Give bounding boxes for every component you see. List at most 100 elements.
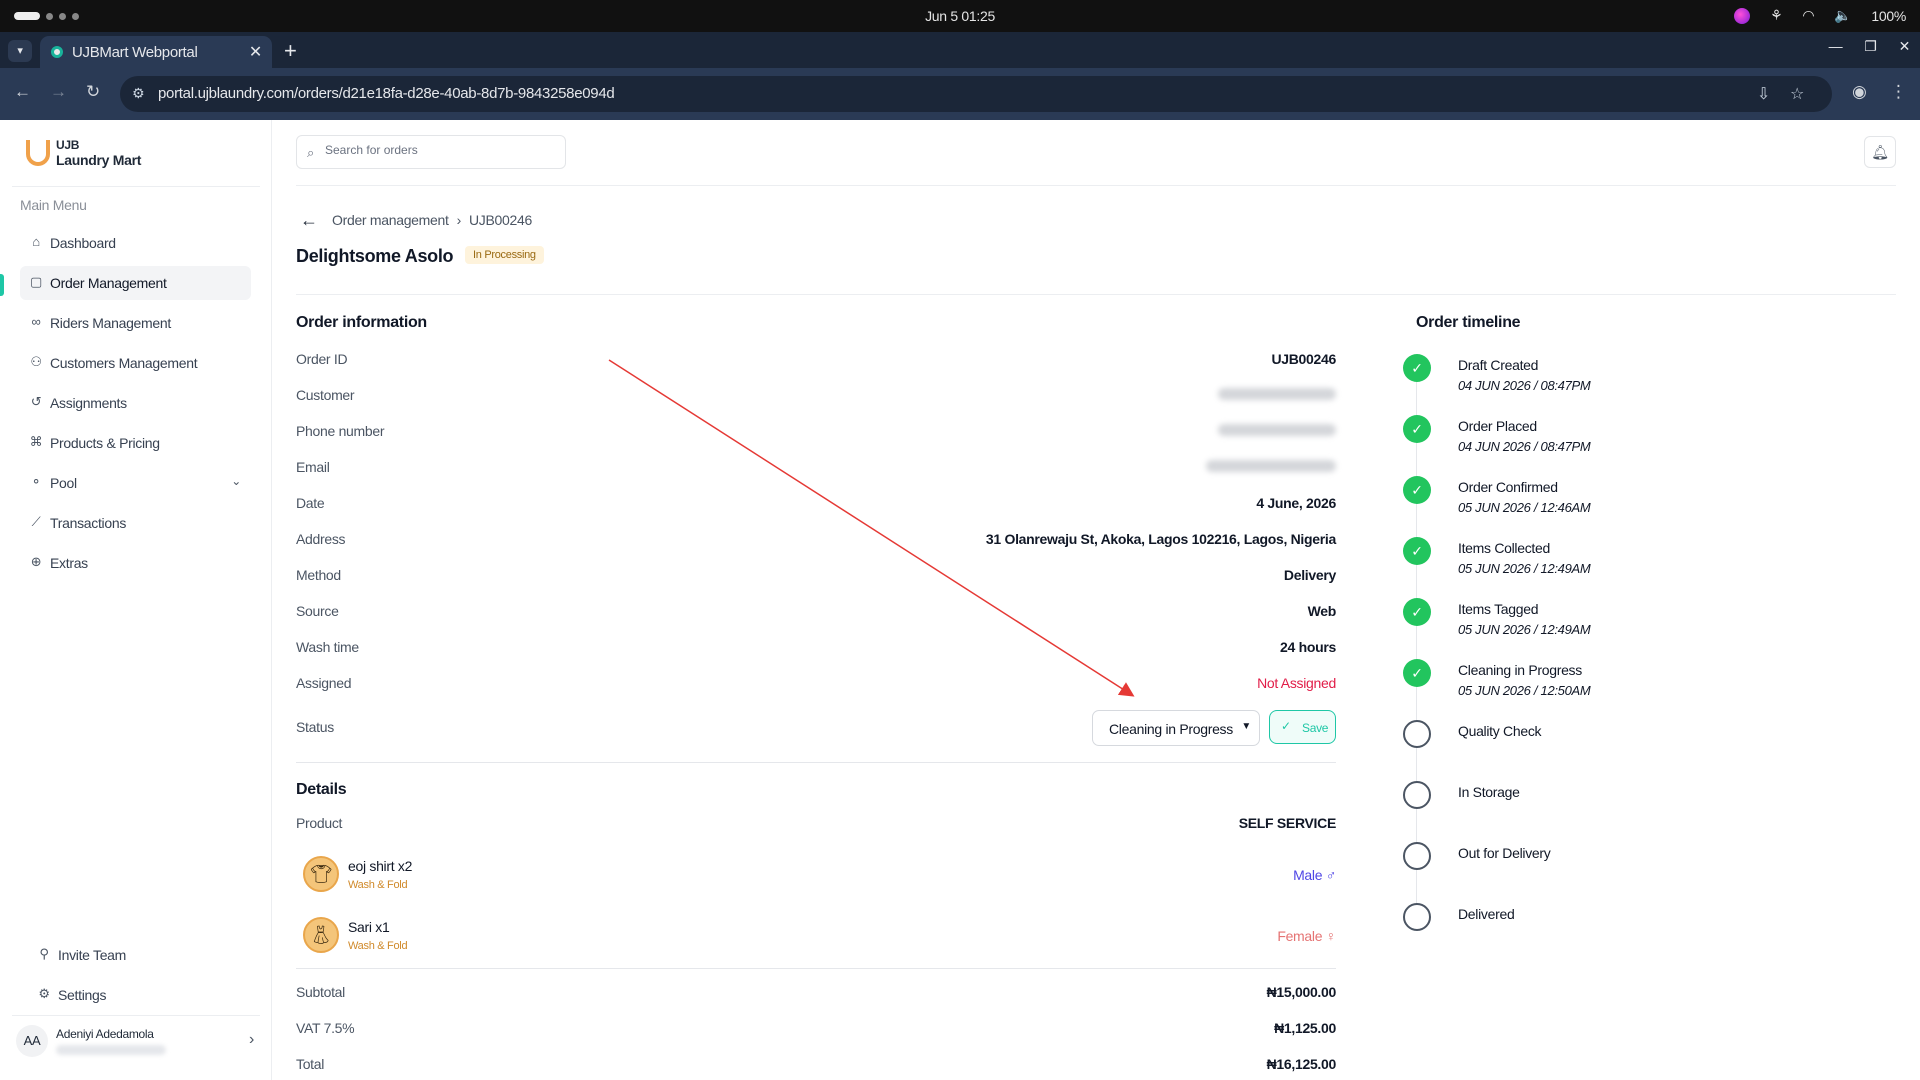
close-window-icon[interactable]: ✕ bbox=[1899, 38, 1911, 55]
home-icon: ⌂ bbox=[32, 234, 40, 249]
timeline-pending-circle-icon bbox=[1403, 781, 1431, 809]
maximize-icon[interactable]: ❐ bbox=[1864, 38, 1877, 55]
browser-toolbar: ← → ↻ ⚙ portal.ujblaundry.com/orders/d21… bbox=[0, 68, 1920, 120]
status-select[interactable]: Cleaning in Progress ▼ bbox=[1092, 710, 1260, 746]
product-value: SELF SERVICE bbox=[1238, 815, 1337, 831]
browser-menu-icon[interactable]: ⋮ bbox=[1890, 82, 1907, 102]
active-indicator bbox=[0, 274, 4, 296]
settings-link[interactable]: ⚙ Settings bbox=[28, 978, 251, 1012]
invite-team-link[interactable]: ⚲ Invite Team bbox=[28, 938, 251, 972]
back-nav-icon[interactable]: ← bbox=[14, 82, 31, 102]
sidebar-item-products-pricing[interactable]: ⌘ Products & Pricing bbox=[20, 426, 251, 460]
system-clock[interactable]: Jun 5 01:25 bbox=[925, 8, 995, 24]
bookmark-star-icon[interactable]: ☆ bbox=[1790, 84, 1804, 104]
sidebar-item-label: Customers Management bbox=[50, 355, 198, 371]
address-bar[interactable]: ⚙ portal.ujblaundry.com/orders/d21e18fa-… bbox=[120, 76, 1832, 112]
app-indicator-icon[interactable] bbox=[1734, 7, 1751, 24]
timeline-pending-circle-icon bbox=[1403, 903, 1431, 931]
favicon-icon bbox=[51, 46, 63, 58]
chevron-down-icon: ⌄ bbox=[231, 474, 241, 488]
timeline-step-label: Items Collected bbox=[1458, 540, 1550, 556]
bag-icon: ▢ bbox=[30, 274, 42, 289]
volume-icon[interactable]: 🔈 bbox=[1834, 7, 1851, 24]
browser-tab[interactable]: UJBMart Webportal ✕ bbox=[40, 36, 272, 68]
chevron-right-icon: › bbox=[456, 212, 462, 228]
tab-search-button[interactable]: ▾ bbox=[8, 40, 32, 62]
tab-title: UJBMart Webportal bbox=[72, 44, 198, 61]
breadcrumb-parent[interactable]: Order management bbox=[332, 212, 449, 228]
chevron-right-icon[interactable]: › bbox=[249, 1031, 254, 1049]
timeline-pending-circle-icon bbox=[1403, 720, 1431, 748]
timeline-step-label: Cleaning in Progress bbox=[1458, 662, 1582, 678]
timeline-step-date: 04 JUN 2026 / 08:47PM bbox=[1458, 378, 1591, 393]
sidebar-item-label: Pool bbox=[50, 475, 77, 491]
order-id-label: Order ID bbox=[296, 351, 348, 367]
forward-nav-icon[interactable]: → bbox=[50, 82, 67, 102]
timeline-step-date: 05 JUN 2026 / 12:49AM bbox=[1458, 561, 1591, 576]
reload-icon[interactable]: ↻ bbox=[86, 82, 100, 102]
battery-level[interactable]: 100% bbox=[1871, 8, 1906, 24]
user-plus-icon: ⚲ bbox=[39, 946, 49, 961]
new-tab-button[interactable]: + bbox=[284, 38, 297, 64]
settings-label: Settings bbox=[58, 987, 107, 1003]
divider bbox=[12, 1015, 260, 1016]
wifi-icon[interactable]: ◠ bbox=[1802, 7, 1814, 24]
sidebar-item-dashboard[interactable]: ⌂ Dashboard bbox=[20, 226, 251, 260]
pool-icon: ⚬ bbox=[30, 474, 42, 489]
date-label: Date bbox=[296, 495, 325, 511]
minimize-icon[interactable]: — bbox=[1829, 38, 1843, 55]
shirt-icon: 👕︎ bbox=[303, 856, 339, 892]
method-value: Delivery bbox=[1283, 567, 1336, 583]
system-tray[interactable]: ⚘ ◠ 🔈 100% bbox=[1734, 7, 1906, 24]
search-box[interactable]: ⌕ bbox=[296, 135, 566, 169]
wash-time-label: Wash time bbox=[296, 639, 359, 655]
status-label: Status bbox=[296, 719, 334, 735]
url-text[interactable]: portal.ujblaundry.com/orders/d21e18fa-d2… bbox=[158, 85, 615, 102]
invite-team-label: Invite Team bbox=[58, 947, 127, 963]
user-name: Adeniyi Adedamola bbox=[56, 1027, 154, 1041]
avatar: AA bbox=[16, 1025, 48, 1057]
timeline-step-label: Delivered bbox=[1458, 906, 1515, 922]
annotation-arrow bbox=[608, 359, 1135, 697]
close-tab-icon[interactable]: ✕ bbox=[249, 42, 262, 62]
timeline-step-date: 04 JUN 2026 / 08:47PM bbox=[1458, 439, 1591, 454]
logo-mark-icon bbox=[26, 140, 50, 166]
vat-label: VAT 7.5% bbox=[296, 1020, 355, 1036]
sidebar-item-riders-management[interactable]: ∞ Riders Management bbox=[20, 306, 251, 340]
sidebar-item-label: Extras bbox=[50, 555, 88, 571]
search-input[interactable] bbox=[325, 143, 555, 157]
sidebar-item-transactions[interactable]: ⟋ Transactions bbox=[20, 506, 251, 540]
sidebar-item-label: Dashboard bbox=[50, 235, 116, 251]
network-app-icon[interactable]: ⚘ bbox=[1770, 7, 1783, 24]
user-profile-card[interactable]: AA Adeniyi Adedamola › bbox=[12, 1023, 262, 1067]
sidebar-item-customers-management[interactable]: ⚇ Customers Management bbox=[20, 346, 251, 380]
sidebar-item-pool[interactable]: ⚬ Pool ⌄ bbox=[20, 466, 251, 500]
timeline-step-date: 05 JUN 2026 / 12:46AM bbox=[1458, 500, 1591, 515]
timeline-check-icon: ✓ bbox=[1403, 537, 1431, 565]
total-value: ₦16,125.00 bbox=[1266, 1056, 1337, 1072]
sidebar-item-order-management[interactable]: ▢ Order Management bbox=[20, 266, 251, 300]
source-value: Web bbox=[1307, 603, 1337, 619]
sidebar-item-extras[interactable]: ⊕ Extras bbox=[20, 546, 251, 580]
save-button[interactable]: ✓ Save bbox=[1269, 710, 1336, 744]
timeline-check-icon: ✓ bbox=[1403, 659, 1431, 687]
brand-logo[interactable]: UJB Laundry Mart bbox=[26, 138, 156, 172]
email-label: Email bbox=[296, 459, 330, 475]
profile-icon[interactable]: ◉ bbox=[1852, 82, 1867, 102]
back-arrow-icon[interactable]: ← bbox=[300, 210, 318, 231]
timeline-step-date: 05 JUN 2026 / 12:49AM bbox=[1458, 622, 1591, 637]
site-info-icon[interactable]: ⚙ bbox=[132, 85, 145, 102]
status-badge: In Processing bbox=[465, 246, 544, 264]
notifications-bell-icon[interactable]: 🔔︎ bbox=[1864, 136, 1896, 168]
sidebar-item-label: Products & Pricing bbox=[50, 435, 160, 451]
timeline-check-icon: ✓ bbox=[1403, 476, 1431, 504]
assigned-value: Not Assigned bbox=[1257, 675, 1336, 691]
assigned-label: Assigned bbox=[296, 675, 352, 691]
sidebar-item-assignments[interactable]: ↺ Assignments bbox=[20, 386, 251, 420]
timeline-step-label: Order Confirmed bbox=[1458, 479, 1558, 495]
gear-icon: ⚙ bbox=[38, 986, 50, 1001]
chevron-down-icon: ▼ bbox=[1241, 721, 1251, 732]
workspace-indicator[interactable] bbox=[14, 12, 79, 20]
timeline-check-icon: ✓ bbox=[1403, 415, 1431, 443]
install-app-icon[interactable]: ⇩ bbox=[1757, 84, 1770, 104]
